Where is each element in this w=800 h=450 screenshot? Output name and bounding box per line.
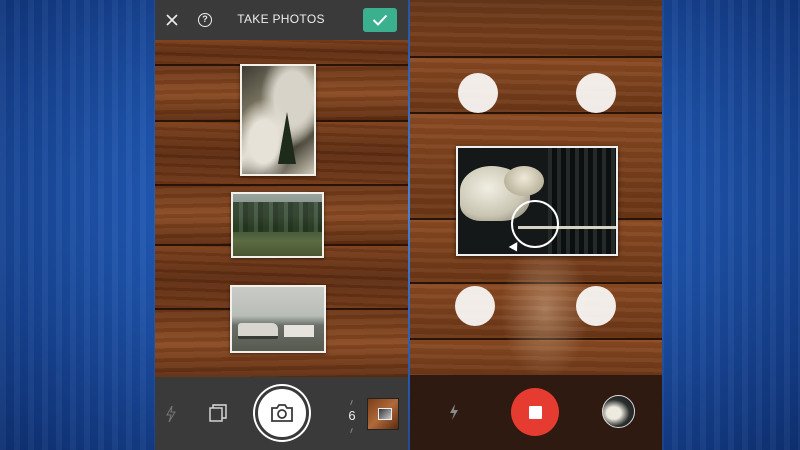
shutter-button[interactable] (255, 386, 309, 440)
layers-icon[interactable] (209, 404, 227, 422)
flash-icon[interactable] (448, 403, 460, 421)
confirm-button[interactable] (363, 8, 397, 32)
camera-icon (271, 404, 293, 422)
left-phone-screen: ? TAKE PHOTOS 6 (155, 0, 408, 450)
photo-count-value: 6 (348, 408, 356, 423)
van-photo (230, 285, 326, 353)
close-icon[interactable] (161, 9, 183, 31)
right-phone-screen (410, 0, 662, 450)
top-bar: ? TAKE PHOTOS (155, 0, 408, 40)
help-icon[interactable]: ? (194, 9, 216, 31)
last-photo-thumbnail[interactable] (367, 398, 399, 430)
scan-toolbar (410, 375, 662, 450)
corner-marker-bottom-left[interactable] (455, 286, 495, 326)
stop-icon (528, 405, 542, 419)
flash-off-icon[interactable] (165, 405, 177, 423)
campsite-photo (231, 192, 324, 258)
photo-count: 6 (345, 399, 359, 434)
bottom-toolbar: 6 (155, 377, 408, 450)
help-glyph: ? (198, 13, 212, 27)
corner-marker-bottom-right[interactable] (576, 286, 616, 326)
snowy-forest-photo (240, 64, 316, 176)
last-scan-thumbnail[interactable] (602, 395, 635, 428)
stop-button[interactable] (511, 388, 559, 436)
corner-marker-top-right[interactable] (576, 73, 616, 113)
focus-ring-icon (511, 200, 559, 248)
checkmark-icon (372, 14, 388, 26)
corner-marker-top-left[interactable] (458, 73, 498, 113)
page-title: TAKE PHOTOS (237, 12, 325, 26)
